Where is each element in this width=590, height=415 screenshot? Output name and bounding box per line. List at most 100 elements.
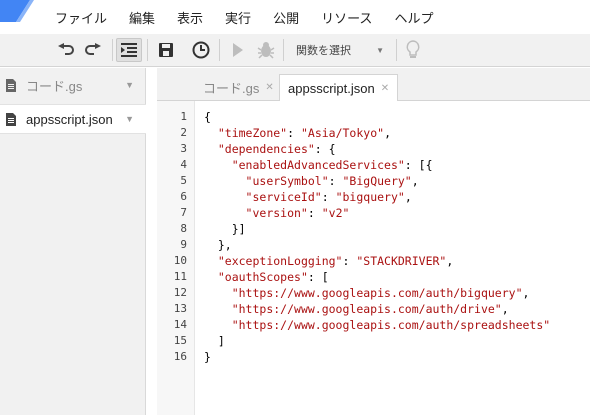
code-text: "userSymbol": "BigQuery", — [204, 173, 419, 189]
code-text: "timeZone": "Asia/Tokyo", — [204, 125, 391, 141]
chevron-down-icon[interactable]: ▼ — [125, 80, 134, 90]
json-string: "v2" — [321, 206, 350, 220]
tab-bar: コード.gs ✕ appsscript.json ✕ — [157, 68, 590, 102]
json-punctuation: }] — [204, 222, 246, 236]
code-line: 6 "serviceId": "bigquery", — [157, 189, 590, 205]
json-string: "BigQuery" — [342, 174, 412, 188]
code-line: 8 }] — [157, 221, 590, 237]
json-punctuation — [204, 286, 232, 300]
json-punctuation — [204, 270, 218, 284]
code-text: }] — [204, 221, 246, 237]
line-number: 13 — [173, 302, 187, 315]
json-key: "version" — [245, 206, 308, 220]
run-icon[interactable] — [225, 38, 251, 62]
code-line: 9 }, — [157, 237, 590, 253]
tab-code-gs[interactable]: コード.gs ✕ — [195, 74, 282, 101]
debug-bug-icon[interactable] — [253, 38, 279, 62]
json-string: "Asia/Tokyo" — [300, 126, 385, 140]
file-item-code-gs[interactable]: コード.gs ▼ — [0, 70, 146, 100]
json-punctuation: , — [404, 190, 412, 204]
json-punctuation: : [ — [307, 270, 329, 284]
menu-run[interactable]: 実行 — [214, 8, 262, 27]
line-number: 14 — [173, 318, 187, 331]
indent-icon[interactable] — [116, 38, 142, 62]
tab-appsscript-json[interactable]: appsscript.json ✕ — [279, 74, 399, 102]
line-number: 8 — [180, 222, 187, 235]
chevron-down-icon: ▼ — [376, 45, 384, 55]
json-key: "exceptionLogging" — [217, 254, 343, 268]
line-number: 11 — [173, 270, 187, 283]
code-line: 7 "version": "v2" — [157, 205, 590, 221]
line-number: 5 — [180, 174, 187, 187]
json-punctuation: : — [307, 206, 322, 220]
menu-items: ファイル 編集 表示 実行 公開 リソース ヘルプ — [44, 0, 444, 34]
menu-help[interactable]: ヘルプ — [383, 8, 444, 27]
code-text: "serviceId": "bigquery", — [204, 189, 412, 205]
code-line: 12 "https://www.googleapis.com/auth/bigq… — [157, 285, 590, 301]
json-punctuation — [204, 254, 218, 268]
json-string: "https://www.googleapis.com/auth/spreads… — [231, 318, 551, 332]
json-key: "serviceId" — [245, 190, 322, 204]
json-punctuation: } — [204, 350, 211, 364]
toolbar: 関数を選択 ▼ — [0, 34, 590, 67]
save-icon[interactable] — [153, 38, 179, 62]
line-number: 12 — [173, 286, 187, 299]
file-sidebar: コード.gs ▼ appsscript.json ▼ — [0, 68, 146, 415]
file-name: コード.gs — [26, 78, 83, 94]
file-item-appsscript-json[interactable]: appsscript.json ▼ — [0, 104, 146, 134]
code-text: "oauthScopes": [ — [204, 269, 329, 285]
json-string: "https://www.googleapis.com/auth/drive" — [231, 302, 502, 316]
code-text: } — [204, 349, 211, 365]
json-string: "bigquery" — [335, 190, 405, 204]
line-number: 15 — [173, 334, 187, 347]
json-punctuation — [204, 190, 246, 204]
menu-bar: ファイル 編集 表示 実行 公開 リソース ヘルプ — [0, 0, 590, 34]
file-icon — [6, 112, 18, 126]
code-line: 3 "dependencies": { — [157, 141, 590, 157]
apps-script-logo[interactable] — [0, 0, 40, 34]
menu-view[interactable]: 表示 — [166, 8, 214, 27]
json-key: "userSymbol" — [245, 174, 329, 188]
json-key: "dependencies" — [217, 142, 315, 156]
file-name: appsscript.json — [26, 111, 113, 127]
json-punctuation: : { — [314, 142, 336, 156]
json-punctuation: , — [411, 174, 419, 188]
chevron-down-icon[interactable]: ▼ — [125, 114, 134, 124]
line-number: 1 — [180, 110, 187, 123]
json-punctuation: ] — [204, 334, 225, 348]
close-icon[interactable]: ✕ — [265, 82, 273, 93]
redo-icon[interactable] — [80, 38, 106, 62]
close-icon[interactable]: ✕ — [381, 83, 389, 94]
json-punctuation — [204, 142, 218, 156]
sidebar-divider[interactable] — [147, 68, 157, 415]
json-punctuation: : — [328, 174, 343, 188]
timer-trigger-icon[interactable] — [188, 38, 214, 62]
line-number: 16 — [173, 350, 187, 363]
menu-edit[interactable]: 編集 — [118, 8, 166, 27]
undo-icon[interactable] — [53, 38, 79, 62]
menu-publish[interactable]: 公開 — [262, 8, 310, 27]
line-number: 4 — [180, 158, 187, 171]
json-punctuation — [204, 126, 218, 140]
json-punctuation: : [{ — [404, 158, 433, 172]
line-number: 9 — [180, 238, 187, 251]
code-text: { — [204, 109, 211, 125]
code-editor[interactable]: 1 {2 "timeZone": "Asia/Tokyo", 3 "dependen… — [157, 101, 590, 415]
tab-label: appsscript.json — [288, 80, 375, 96]
code-line: 2 "timeZone": "Asia/Tokyo", — [157, 125, 590, 141]
line-number: 2 — [180, 126, 187, 139]
menu-file[interactable]: ファイル — [44, 8, 118, 27]
code-line: 13 "https://www.googleapis.com/auth/driv… — [157, 301, 590, 317]
function-select[interactable]: 関数を選択 ▼ — [288, 38, 392, 62]
json-punctuation: : — [321, 190, 336, 204]
code-text: "https://www.googleapis.com/auth/spreads… — [204, 317, 551, 333]
json-punctuation: , — [522, 286, 530, 300]
code-line: 11 "oauthScopes": [ — [157, 269, 590, 285]
json-punctuation: , — [446, 254, 454, 268]
json-key: "oauthScopes" — [217, 270, 308, 284]
code-text: "https://www.googleapis.com/auth/drive", — [204, 301, 509, 317]
line-number: 6 — [180, 190, 187, 203]
lightbulb-icon[interactable] — [400, 38, 426, 62]
menu-resources[interactable]: リソース — [310, 8, 383, 27]
code-line: 5 "userSymbol": "BigQuery", — [157, 173, 590, 189]
